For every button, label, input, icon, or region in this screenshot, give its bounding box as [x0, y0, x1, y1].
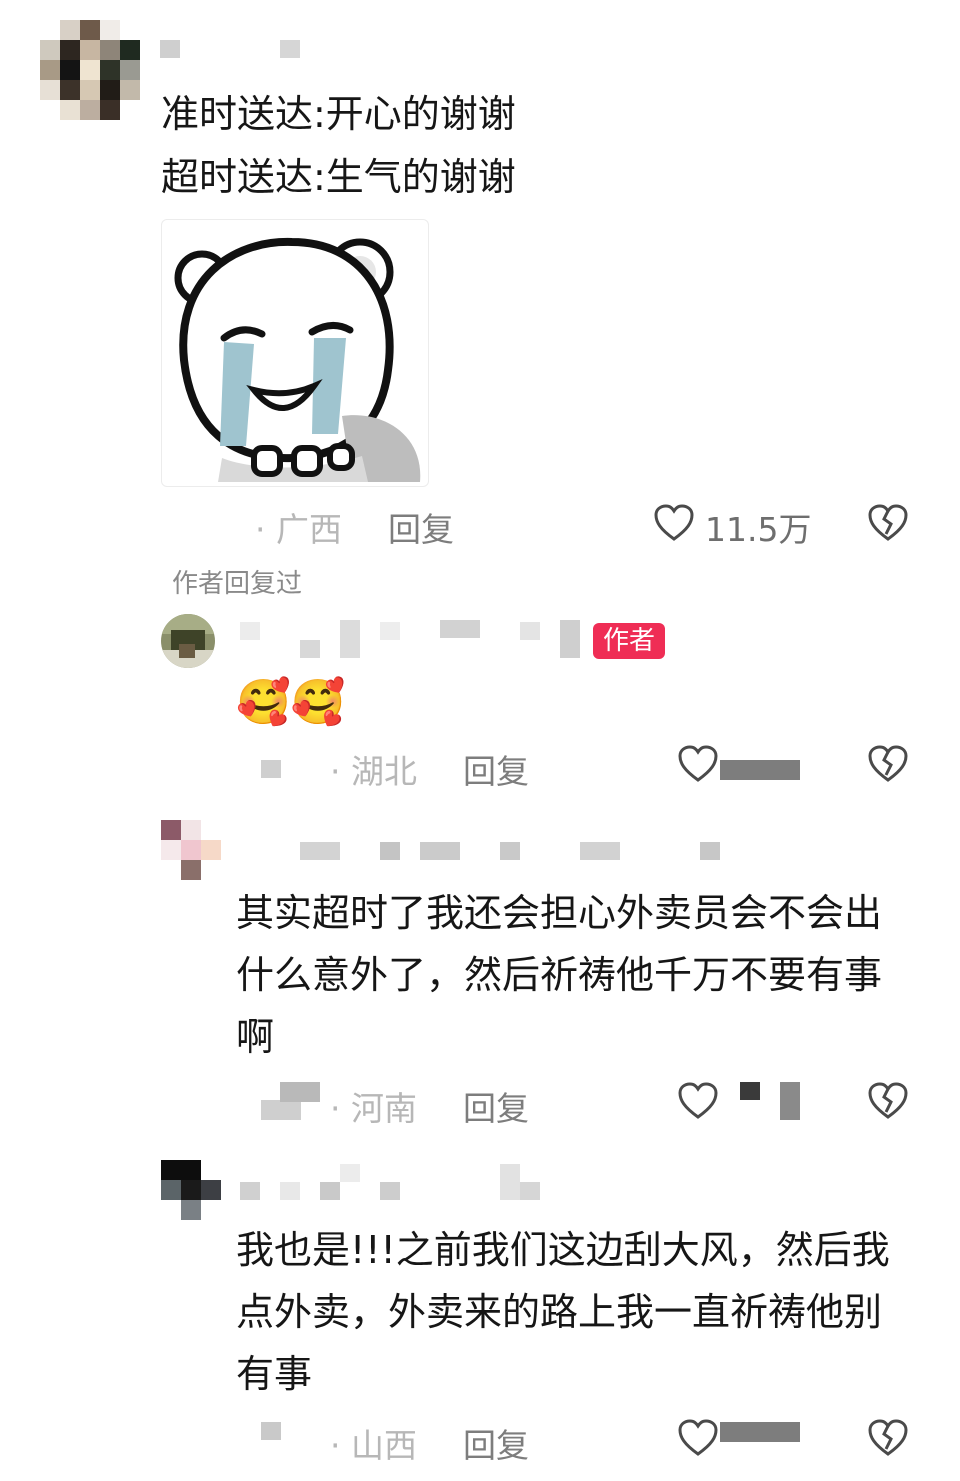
- avatar[interactable]: [161, 820, 221, 880]
- reply-button[interactable]: 回复: [388, 503, 454, 551]
- reply-button[interactable]: 回复: [463, 1082, 529, 1130]
- heart-outline-icon[interactable]: [678, 1082, 718, 1120]
- location-label: · 广西: [255, 510, 342, 549]
- avatar[interactable]: [40, 20, 140, 120]
- reply-button[interactable]: 回复: [463, 1419, 529, 1467]
- location-label: · 山西: [330, 1426, 417, 1465]
- comment-text-line-1: 准时送达:开心的谢谢: [161, 92, 516, 136]
- broken-heart-icon[interactable]: [868, 1419, 908, 1457]
- comment-text-line-2: 超时送达:生气的谢谢: [161, 155, 516, 199]
- heart-outline-icon[interactable]: [678, 1419, 718, 1457]
- crying-bear-sticker[interactable]: [161, 219, 429, 487]
- comment-text-line-2: 点外卖，外卖来的路上我一直祈祷他别: [236, 1290, 883, 1334]
- heart-outline-icon[interactable]: [678, 745, 718, 783]
- broken-heart-icon[interactable]: [868, 1082, 908, 1120]
- author-badge: 作者: [593, 623, 666, 659]
- broken-heart-icon[interactable]: [868, 745, 908, 783]
- author-replied-toggle[interactable]: 作者回复过: [172, 563, 302, 600]
- location-label: · 河南: [330, 1089, 417, 1128]
- avatar[interactable]: [161, 614, 215, 668]
- comment-text-line-2: 什么意外了，然后祈祷他千万不要有事: [236, 953, 883, 997]
- location-label: · 湖北: [330, 752, 417, 791]
- reply-button[interactable]: 回复: [463, 745, 529, 793]
- avatar[interactable]: [161, 1160, 221, 1220]
- comment-text-line-3: 有事: [236, 1352, 313, 1396]
- comment-text-line-1: 我也是!!!之前我们这边刮大风，然后我: [236, 1228, 890, 1272]
- smiling-hearts-emoji: 🥰🥰: [236, 677, 346, 728]
- like-count: 11.5万: [705, 510, 812, 549]
- comment-text-line-3: 啊: [236, 1015, 275, 1059]
- comment-text-line-1: 其实超时了我还会担心外卖员会不会出: [236, 891, 883, 935]
- broken-heart-icon[interactable]: [868, 504, 908, 542]
- heart-outline-icon[interactable]: [654, 504, 694, 542]
